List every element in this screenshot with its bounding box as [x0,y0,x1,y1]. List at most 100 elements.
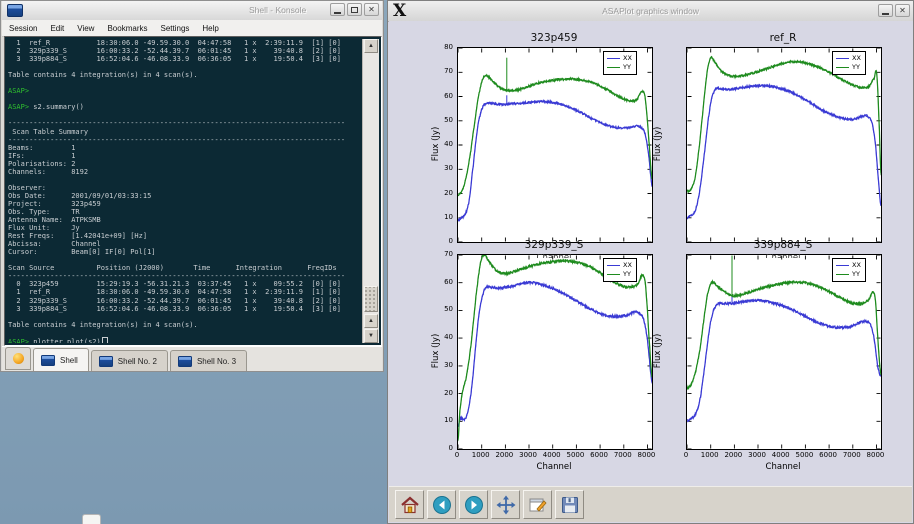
terminal-line: 0 323p459 15:29:19.3 -56.31.21.3 03:37:4… [8,280,364,288]
terminal-line: 1 ref_R 18:30:06.0 -49.59.30.0 04:47:58 … [8,288,364,296]
curve-xx [458,101,652,220]
curve-yy [687,57,881,193]
y-tick-label: 0 [429,237,453,245]
home-icon [400,495,420,515]
terminal-output[interactable]: 1 ref_R 18:30:06.0 -49.59.30.0 04:47:58 … [8,39,364,343]
tab-shell-no-3[interactable]: Shell No. 3 [170,350,247,371]
terminal-line: 3 339p884_S 16:52:04.6 -46.08.33.9 06:36… [8,55,364,63]
close-button[interactable]: ✕ [895,4,910,17]
legend-entry: YY [607,63,632,72]
terminal-line: 2 329p339_S 16:00:33.2 -52.44.39.7 06:01… [8,297,364,305]
tab-label: Shell [60,356,78,365]
legend: XXYY [832,258,866,282]
forward-icon [464,495,484,515]
terminal-icon [41,355,55,366]
menu-item-view[interactable]: View [77,24,94,33]
curve-yy [687,281,881,388]
legend-label: XX [852,262,861,269]
terminal-line: Scan Table Summary [8,128,364,136]
plot-axes[interactable] [686,47,882,243]
scrollbar-thumb[interactable] [364,286,378,312]
pan-button[interactable] [491,490,520,519]
tab-label: Shell No. 3 [197,357,236,366]
legend-label: YY [623,64,631,71]
tab-shell[interactable]: Shell [33,348,89,371]
terminal-line: Project: 323p459 [8,200,364,208]
subplot-title: 323p459 [457,32,651,44]
y-tick-label: 60 [429,92,453,100]
konsole-titlebar[interactable]: Shell - Konsole ✕ [2,1,382,21]
desktop: Shell - Konsole ✕ Session Edit View Bookmar… [0,0,914,524]
legend-line-sample [607,58,620,59]
minimize-button[interactable] [878,4,893,17]
legend-line-sample [836,58,849,59]
y-tick-label: 10 [429,416,453,424]
y-tick-label: 70 [429,250,453,258]
x-axis-label: Channel [457,462,651,472]
legend-label: YY [623,271,631,278]
asaplot-titlebar[interactable]: X ASAPlot graphics window ✕ [388,1,913,22]
menu-item-session[interactable]: Session [9,24,37,33]
subplots-button[interactable] [523,490,552,519]
menu-item-edit[interactable]: Edit [50,24,64,33]
back-button[interactable] [427,490,456,519]
konsole-tabbar: Shell Shell No. 2 Shell No. 3 [2,346,382,371]
terminal-line: Table contains 4 integration(s) in 4 sca… [8,321,364,329]
forward-button[interactable] [459,490,488,519]
curve-yy [458,75,652,196]
menu-item-settings[interactable]: Settings [160,24,189,33]
legend-entry: YY [607,270,632,279]
plot-curves [458,48,652,242]
y-tick-label: 10 [429,213,453,221]
terminal-line: ----------------------------------------… [8,272,364,280]
konsole-window: Shell - Konsole ✕ Session Edit View Bookmar… [0,0,384,372]
legend-label: YY [852,64,860,71]
plot-axes[interactable] [457,254,653,450]
scroll-up-icon[interactable]: ▲ [364,39,378,53]
terminal-line: Observer: [8,184,364,192]
scroll-down-icon[interactable]: ▼ [364,329,378,343]
minimize-button[interactable] [330,3,345,16]
terminal-line: ASAP> [8,87,364,95]
minimize-icon [882,13,889,15]
legend-entry: XX [607,54,632,63]
terminal-icon [99,356,113,367]
curve-yy [458,256,652,442]
subplot-title: 329p339_S [457,239,651,251]
terminal-line: Beams: 1 [8,144,364,152]
save-button[interactable] [555,490,584,519]
plot-axes[interactable] [457,47,653,243]
subplots-icon [528,495,548,515]
close-button[interactable]: ✕ [364,3,379,16]
new-session-button[interactable] [5,347,31,370]
scroll-up-icon-bottom[interactable]: ▲ [364,314,378,328]
terminal-line: Scan Source Position (J2000) Time Integr… [8,264,364,272]
terminal-line: Polarisations: 2 [8,160,364,168]
menu-item-bookmarks[interactable]: Bookmarks [107,24,147,33]
y-axis-label: Flux (Jy) [431,321,441,381]
terminal-line: Rest Freqs: [1.42041e+09] [Hz] [8,232,364,240]
terminal-viewport[interactable]: 1 ref_R 18:30:06.0 -49.59.30.0 04:47:58 … [4,36,382,346]
legend-line-sample [836,274,849,275]
legend-line-sample [607,274,620,275]
tab-shell-no-2[interactable]: Shell No. 2 [91,350,168,371]
legend-label: XX [623,262,632,269]
maximize-icon [351,7,358,13]
terminal-line: Channels: 8192 [8,168,364,176]
maximize-button[interactable] [347,3,362,16]
legend: XX YY [832,51,866,75]
home-button[interactable] [395,490,424,519]
legend-entry: YY [836,63,861,72]
tab-label: Shell No. 2 [118,357,157,366]
curve-xx [458,282,652,427]
curve-xx [687,299,881,420]
menu-item-help[interactable]: Help [202,24,218,33]
terminal-line: IFs: 1 [8,152,364,160]
legend-label: XX [852,55,861,62]
plot-axes[interactable] [686,254,882,450]
curve-xx [687,85,881,218]
pan-icon [496,495,516,515]
terminal-line: ----------------------------------------… [8,136,364,144]
plot-curves [687,255,881,449]
terminal-scrollbar[interactable]: ▲ ▲ ▼ [362,39,379,343]
